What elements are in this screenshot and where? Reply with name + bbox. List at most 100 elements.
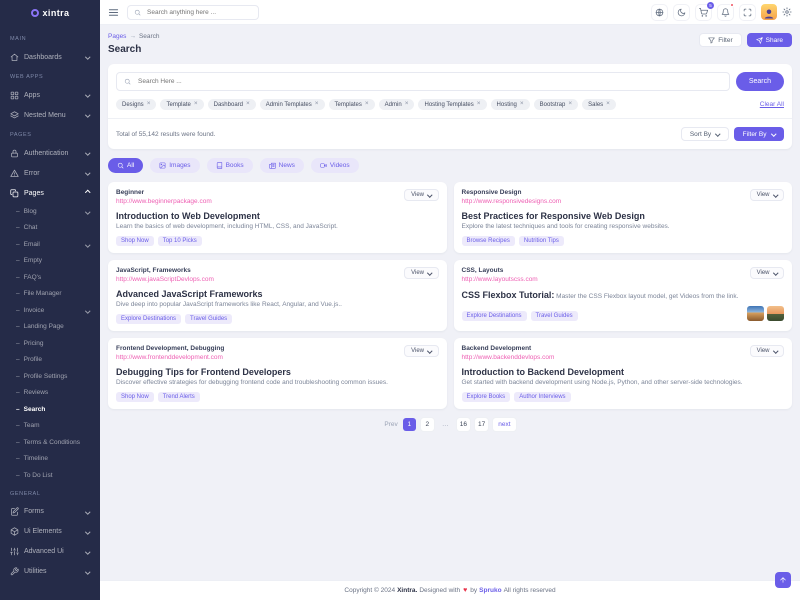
settings-button[interactable] [782,7,792,17]
result-title[interactable]: Best Practices for Responsive Web Design [462,211,785,221]
filter-tag[interactable]: Template [160,99,203,110]
filter-tag[interactable]: Designs [116,99,156,110]
result-badge[interactable]: Shop Now [116,236,154,246]
remove-tag-icon[interactable] [606,101,610,108]
logo[interactable]: xintra [0,0,100,25]
search-input[interactable] [136,77,722,86]
global-search-input[interactable] [145,8,252,17]
user-avatar[interactable] [761,4,777,20]
result-badge[interactable]: Trend Alerts [158,392,200,402]
sidebar-item-authentication[interactable]: Authentication [10,143,100,163]
result-badge[interactable]: Author Interviews [514,392,570,402]
sidebar-subitem-reviews[interactable]: Reviews [10,385,100,402]
sort-by-dropdown[interactable]: Sort By [681,127,729,141]
pagination-page-1[interactable]: 1 [403,418,416,431]
filter-tag[interactable]: Dashboard [208,99,256,110]
result-url[interactable]: http://www.beginnerpackage.com [116,198,212,205]
result-title[interactable]: CSS Flexbox Tutorial: [462,290,555,300]
scroll-to-top-button[interactable] [775,572,791,588]
sidebar-item-utilities[interactable]: Utilities [10,562,100,582]
filter-by-dropdown[interactable]: Filter By [734,127,784,141]
tab-images[interactable]: Images [150,158,199,173]
result-badge[interactable]: Shop Now [116,392,154,402]
sidebar-subitem-invoice[interactable]: Invoice [10,302,100,319]
filter-tag[interactable]: Admin [379,99,415,110]
sidebar-item-error[interactable]: Error [10,163,100,183]
remove-tag-icon[interactable] [315,101,319,108]
search-button[interactable]: Search [736,72,784,91]
result-badge[interactable]: Travel Guides [185,314,232,324]
pagination-page-17[interactable]: 17 [475,418,488,431]
tab-all[interactable]: All [108,158,143,173]
language-button[interactable] [651,4,668,21]
result-title[interactable]: Advanced JavaScript Frameworks [116,289,439,299]
result-badge[interactable]: Travel Guides [531,311,578,321]
notifications-button[interactable] [717,4,734,21]
fullscreen-button[interactable] [739,4,756,21]
sidebar-item-apps[interactable]: Apps [10,85,100,105]
remove-tag-icon[interactable] [477,101,481,108]
view-dropdown[interactable]: View [404,189,438,201]
tab-books[interactable]: Books [207,158,253,173]
clear-all-link[interactable]: Clear All [760,101,784,108]
pagination-prev[interactable]: Prev [384,421,397,428]
remove-tag-icon[interactable] [405,101,409,108]
sidebar-subitem-email[interactable]: Email [10,236,100,253]
breadcrumb-pages-link[interactable]: Pages [108,33,126,40]
remove-tag-icon[interactable] [520,101,524,108]
result-title[interactable]: Introduction to Web Development [116,211,439,221]
view-dropdown[interactable]: View [404,267,438,279]
dark-mode-button[interactable] [673,4,690,21]
view-dropdown[interactable]: View [750,267,784,279]
result-badge[interactable]: Explore Books [462,392,511,402]
tab-news[interactable]: News [260,158,304,173]
filter-tag[interactable]: Templates [329,99,375,110]
filter-tag[interactable]: Hosting [491,99,530,110]
result-badge[interactable]: Nutrition Tips [519,236,564,246]
sidebar-subitem-pricing[interactable]: Pricing [10,335,100,352]
sidebar-subitem-empty[interactable]: Empty [10,253,100,270]
thumbnail-desert-road[interactable] [747,306,764,321]
sidebar-subitem-search[interactable]: Search [10,401,100,418]
sidebar-item-pages[interactable]: Pages [10,183,100,203]
result-url[interactable]: http://www.layoutscss.com [462,276,538,283]
result-badge[interactable]: Top 10 Picks [158,236,202,246]
sidebar-subitem-landing-page[interactable]: Landing Page [10,319,100,336]
result-url[interactable]: http://www.backenddevlops.com [462,354,555,361]
remove-tag-icon[interactable] [147,101,151,108]
sidebar-toggle-button[interactable] [108,7,119,18]
sidebar-subitem-file-manager[interactable]: File Manager [10,286,100,303]
cart-button[interactable]: 5 [695,4,712,21]
sidebar-subitem-team[interactable]: Team [10,418,100,435]
remove-tag-icon[interactable] [568,101,572,108]
result-badge[interactable]: Explore Destinations [462,311,527,321]
sidebar-item-dashboards[interactable]: Dashboards [10,47,100,67]
sidebar-subitem-blog[interactable]: Blog [10,203,100,220]
sidebar-item-nested-menu[interactable]: Nested Menu [10,105,100,125]
share-button[interactable]: Share [747,33,792,47]
remove-tag-icon[interactable] [194,101,198,108]
pagination-page-16[interactable]: 16 [457,418,470,431]
filter-tag[interactable]: Sales [582,99,616,110]
pagination-next[interactable]: next [493,418,515,431]
sidebar-subitem-profile-settings[interactable]: Profile Settings [10,368,100,385]
sidebar-subitem-chat[interactable]: Chat [10,220,100,237]
view-dropdown[interactable]: View [404,345,438,357]
remove-tag-icon[interactable] [246,101,250,108]
view-dropdown[interactable]: View [750,189,784,201]
pagination-page-2[interactable]: 2 [421,418,434,431]
thumbnail-sunset-field[interactable] [767,306,784,321]
sidebar-item-ui-elements[interactable]: Ui Elements [10,522,100,542]
filter-tag[interactable]: Bootstrap [534,99,578,110]
sidebar-subitem-faqs[interactable]: FAQ's [10,269,100,286]
filter-button[interactable]: Filter [699,33,741,47]
result-title[interactable]: Introduction to Backend Development [462,367,785,377]
filter-tag[interactable]: Admin Templates [260,99,325,110]
sidebar-item-advanced-ui[interactable]: Advanced Ui [10,542,100,562]
tab-videos[interactable]: Videos [311,158,359,173]
sidebar-subitem-to-do-list[interactable]: To Do List [10,467,100,484]
result-url[interactable]: http://www.responsivedesigns.com [462,198,562,205]
remove-tag-icon[interactable] [365,101,369,108]
sidebar-subitem-profile[interactable]: Profile [10,352,100,369]
result-title[interactable]: Debugging Tips for Frontend Developers [116,367,439,377]
